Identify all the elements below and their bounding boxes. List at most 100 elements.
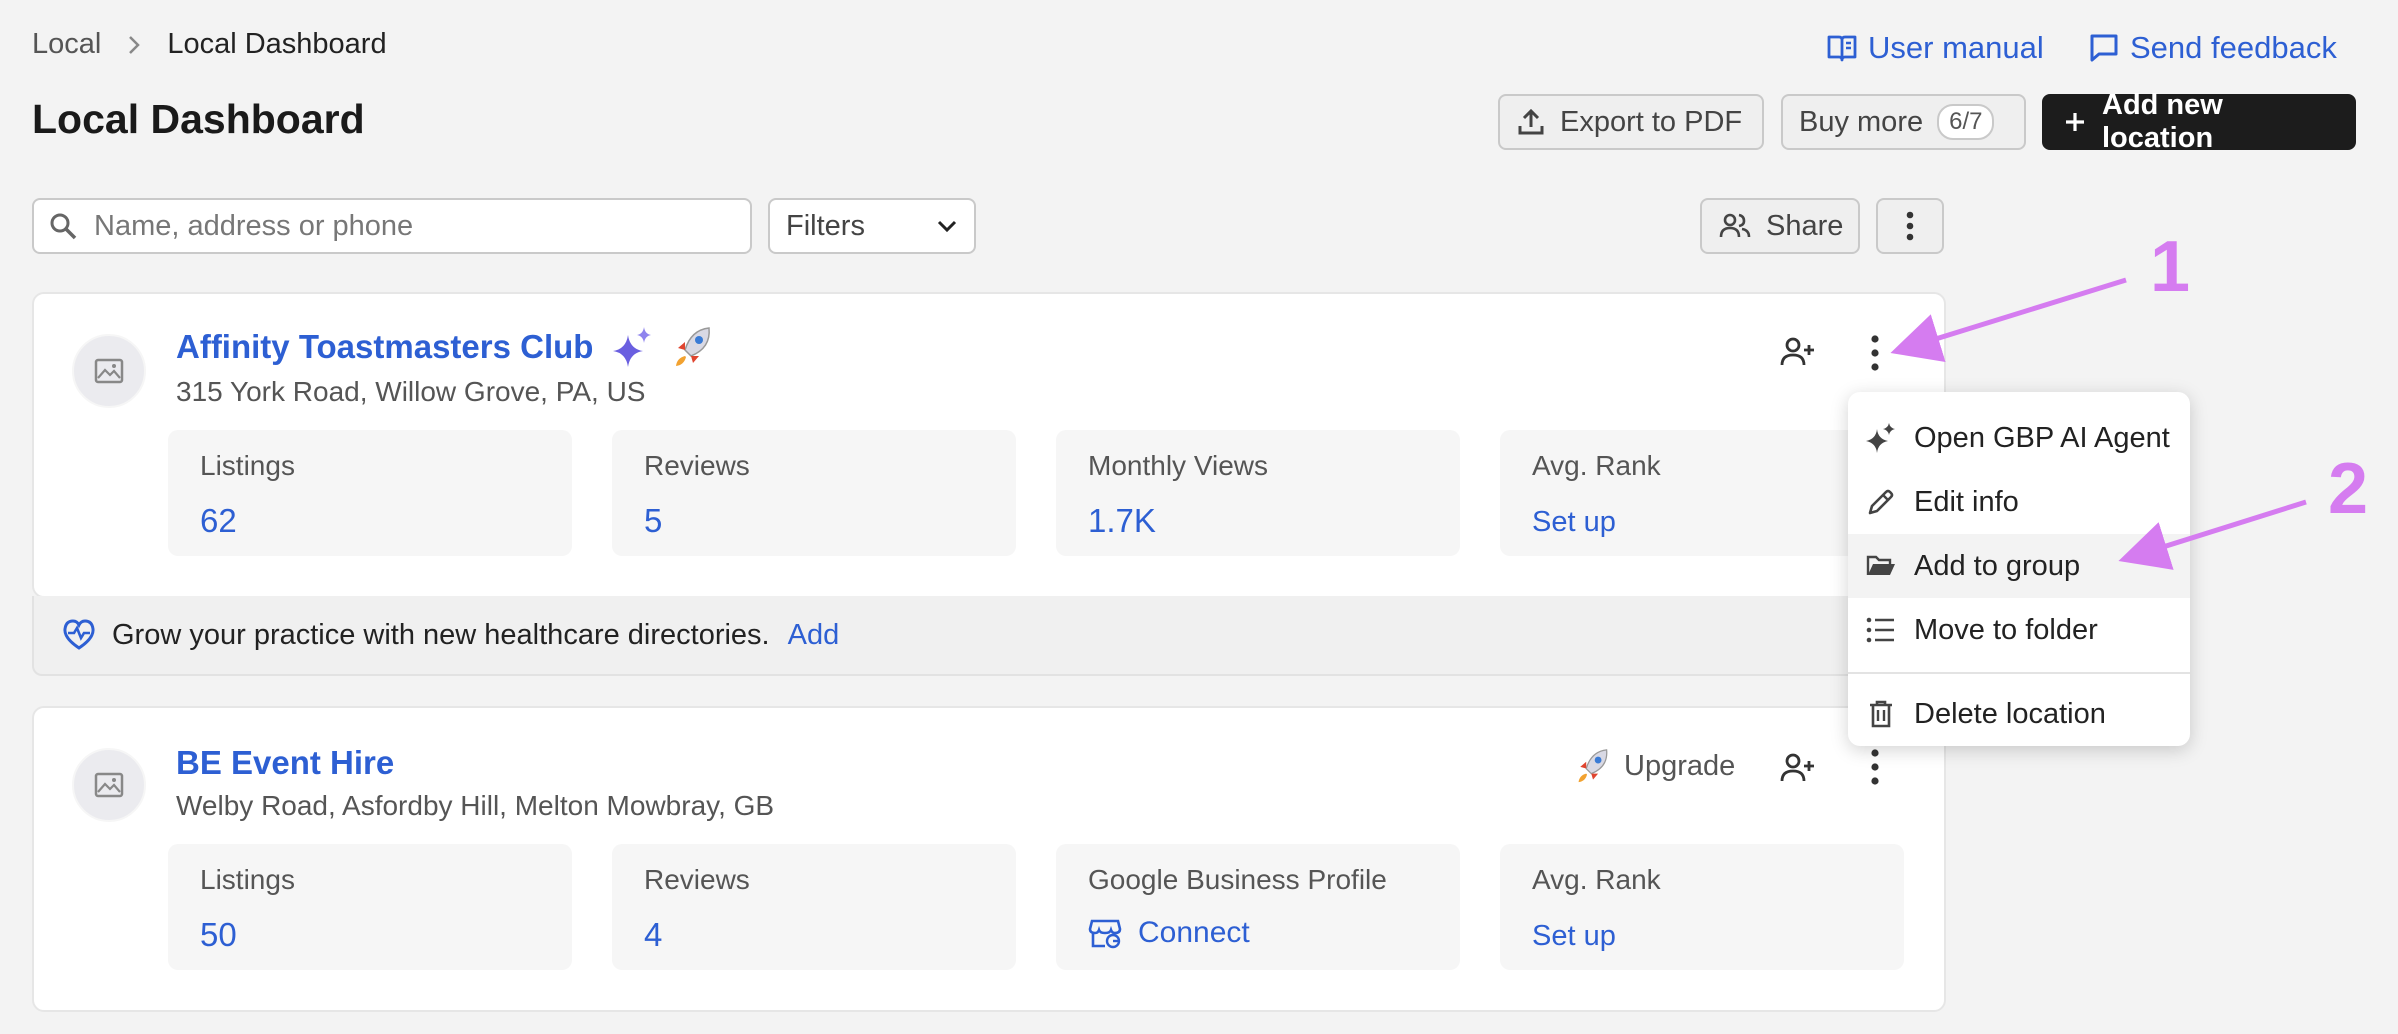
banner-text: Grow your practice with new healthcare d… — [112, 618, 770, 651]
menu-item-label: Edit info — [1914, 485, 2019, 518]
share-button[interactable]: Share — [1700, 198, 1860, 254]
more-vertical-icon — [1905, 210, 1915, 242]
store-icon — [1088, 917, 1122, 949]
share-label: Share — [1766, 209, 1844, 242]
metric-label: Google Business Profile — [1088, 864, 1387, 895]
healthcare-banner: Grow your practice with new healthcare d… — [32, 596, 1946, 676]
search-icon — [48, 211, 78, 241]
sparkle-icon — [613, 327, 653, 367]
chevron-right-icon — [127, 34, 141, 56]
search-box — [32, 198, 752, 254]
location-address: Welby Road, Asfordby Hill, Melton Mowbra… — [176, 790, 775, 821]
metric-value[interactable]: 4 — [644, 916, 984, 954]
trash-icon — [1866, 699, 1896, 729]
metric-listings: Listings 50 — [168, 844, 572, 970]
chevron-down-icon — [936, 219, 958, 233]
location-name[interactable]: Affinity Toastmasters Club — [176, 328, 593, 366]
avg-rank-setup-link[interactable]: Set up — [1532, 920, 1872, 953]
menu-item-delete-location[interactable]: Delete location — [1848, 682, 2190, 746]
metric-label: Reviews — [644, 450, 750, 481]
location-avatar — [72, 334, 146, 408]
menu-item-label: Add to group — [1914, 549, 2081, 582]
page-title: Local Dashboard — [32, 96, 365, 142]
annotation-number-2: 2 — [2328, 449, 2369, 529]
metric-label: Avg. Rank — [1532, 450, 1661, 481]
pencil-icon — [1866, 487, 1896, 517]
image-placeholder-icon — [94, 358, 124, 384]
metric-avg-rank: Avg. Rank Set up — [1500, 430, 1904, 556]
chat-icon — [2088, 32, 2120, 64]
location-count-badge: 6/7 — [1937, 104, 1995, 140]
metric-label: Avg. Rank — [1532, 864, 1661, 895]
buy-more-label: Buy more — [1799, 105, 1924, 138]
rocket-icon — [673, 326, 713, 368]
folder-open-icon — [1866, 553, 1896, 579]
user-manual-link[interactable]: User manual — [1826, 30, 2044, 66]
user-plus-icon — [1780, 336, 1816, 368]
menu-item-edit-info[interactable]: Edit info — [1848, 470, 2190, 534]
users-icon — [1718, 211, 1752, 241]
upgrade-button[interactable]: Upgrade — [1576, 748, 1735, 784]
send-feedback-link[interactable]: Send feedback — [2088, 30, 2337, 66]
user-plus-icon — [1780, 752, 1816, 784]
gbp-connect-button[interactable]: Connect — [1088, 916, 1428, 950]
menu-item-add-to-group[interactable]: Add to group — [1848, 534, 2190, 598]
metric-value[interactable]: 62 — [200, 502, 540, 540]
location-avatar — [72, 748, 146, 822]
metric-label: Monthly Views — [1088, 450, 1269, 481]
menu-divider — [1848, 672, 2190, 674]
location-context-menu: Open GBP AI Agent Edit info Add to group… — [1848, 392, 2190, 746]
annotation-number-1: 1 — [2150, 227, 2191, 307]
export-pdf-label: Export to PDF — [1560, 105, 1743, 138]
location-name[interactable]: BE Event Hire — [176, 744, 394, 782]
location-more-options-button[interactable] — [1870, 748, 1880, 786]
metric-value[interactable]: 5 — [644, 502, 984, 540]
metric-avg-rank: Avg. Rank Set up — [1500, 844, 1904, 970]
menu-item-move-to-folder[interactable]: Move to folder — [1848, 598, 2190, 662]
menu-item-label: Move to folder — [1914, 613, 2098, 646]
menu-item-open-gbp-ai-agent[interactable]: Open GBP AI Agent — [1848, 406, 2190, 470]
book-icon — [1826, 33, 1858, 63]
location-more-options-button[interactable] — [1870, 334, 1880, 372]
metric-reviews: Reviews 4 — [612, 844, 1016, 970]
location-header: Affinity Toastmasters Club — [176, 326, 713, 368]
metric-google-business-profile: Google Business Profile Connect — [1056, 844, 1460, 970]
sparkle-icon — [1866, 423, 1896, 453]
add-new-location-label: Add new location — [2102, 89, 2223, 154]
filters-label: Filters — [786, 209, 865, 242]
breadcrumb-current: Local Dashboard — [167, 28, 387, 60]
banner-add-link[interactable]: Add — [788, 619, 840, 652]
upload-icon — [1516, 107, 1546, 137]
add-new-location-button[interactable]: Add new location — [2042, 89, 2356, 154]
location-address: 315 York Road, Willow Grove, PA, US — [176, 376, 646, 407]
filters-dropdown[interactable]: Filters — [768, 198, 976, 254]
gbp-connect-label: Connect — [1138, 916, 1250, 949]
export-pdf-button[interactable]: Export to PDF — [1498, 94, 1764, 150]
user-manual-label: User manual — [1868, 30, 2044, 65]
list-icon — [1866, 616, 1896, 644]
search-input[interactable] — [92, 208, 696, 244]
menu-item-label: Delete location — [1914, 697, 2106, 730]
metric-value[interactable]: 50 — [200, 916, 540, 954]
metric-label: Reviews — [644, 864, 750, 895]
avg-rank-setup-link[interactable]: Set up — [1532, 506, 1872, 539]
more-vertical-icon — [1870, 748, 1880, 786]
metric-reviews: Reviews 5 — [612, 430, 1016, 556]
page-more-options-button[interactable] — [1876, 198, 1944, 254]
invite-user-button[interactable] — [1780, 336, 1816, 368]
buy-more-button[interactable]: Buy more 6/7 — [1781, 94, 2026, 150]
metric-listings: Listings 62 — [168, 430, 572, 556]
more-vertical-icon — [1870, 334, 1880, 372]
upgrade-label: Upgrade — [1624, 749, 1736, 782]
metric-label: Listings — [200, 450, 295, 481]
send-feedback-label: Send feedback — [2130, 30, 2337, 65]
heart-pulse-icon — [62, 619, 96, 651]
breadcrumb-local[interactable]: Local — [32, 28, 101, 61]
breadcrumb: Local Local Dashboard — [32, 28, 387, 61]
metric-label: Listings — [200, 864, 295, 895]
plus-icon — [2062, 109, 2088, 135]
menu-item-label: Open GBP AI Agent — [1914, 421, 2170, 454]
metric-monthly-views: Monthly Views 1.7K — [1056, 430, 1460, 556]
metric-value[interactable]: 1.7K — [1088, 502, 1428, 540]
invite-user-button[interactable] — [1780, 752, 1816, 784]
